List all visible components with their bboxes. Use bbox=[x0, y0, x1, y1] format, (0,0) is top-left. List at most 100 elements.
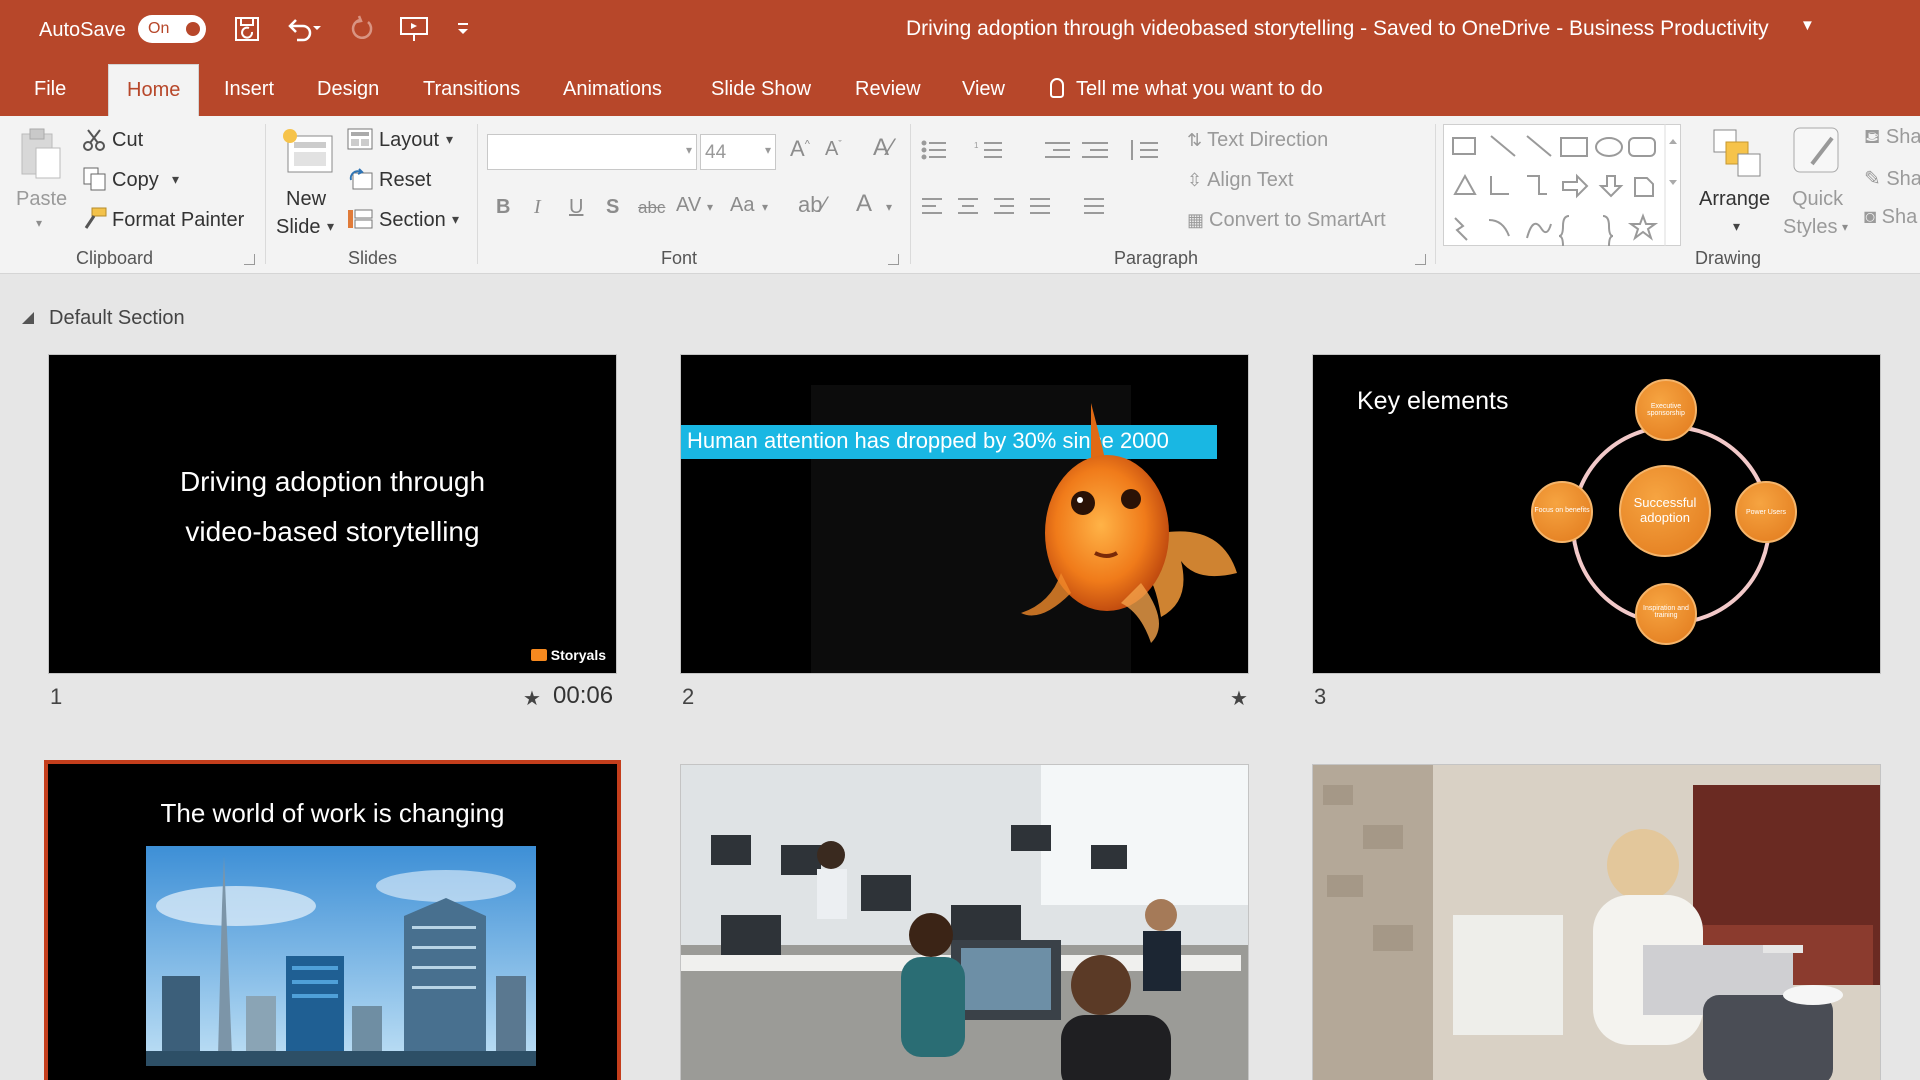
copy-icon bbox=[83, 167, 106, 191]
slide-thumbnail-2[interactable]: Human attention has dropped by 30% since… bbox=[680, 354, 1249, 674]
font-color-button[interactable]: A bbox=[856, 190, 872, 218]
font-launcher-icon[interactable] bbox=[888, 254, 899, 265]
shapes-gallery[interactable] bbox=[1443, 124, 1681, 246]
font-color-dropdown-icon[interactable]: ▾ bbox=[886, 200, 892, 214]
shape-fill-button[interactable]: ⛾ Sha bbox=[1864, 126, 1920, 151]
font-size-dropdown-icon[interactable]: ▾ bbox=[765, 143, 771, 157]
tab-insert[interactable]: Insert bbox=[224, 78, 274, 101]
font-name-box[interactable]: ▾ bbox=[487, 134, 697, 170]
animation-star-icon[interactable]: ★ bbox=[1230, 686, 1248, 711]
clear-formatting-icon[interactable]: A⁄ bbox=[873, 134, 893, 162]
convert-to-smartart-button[interactable]: ▦ Convert to SmartArt bbox=[1187, 209, 1386, 232]
tab-animations[interactable]: Animations bbox=[563, 78, 662, 101]
shape-outline-button[interactable]: ✎ Sha bbox=[1864, 166, 1920, 191]
new-slide-label-2[interactable]: Slide bbox=[276, 216, 320, 239]
reset-button[interactable]: Reset bbox=[379, 169, 431, 192]
present-from-start-icon[interactable] bbox=[398, 14, 430, 44]
cafe-laptop-photo bbox=[1313, 765, 1880, 1080]
chevron-down-icon[interactable]: ▼ bbox=[1800, 17, 1815, 34]
document-title[interactable]: Driving adoption through videobased stor… bbox=[906, 17, 1769, 41]
layout-button[interactable]: Layout bbox=[379, 129, 439, 152]
slide-number-1: 1 bbox=[50, 684, 63, 709]
format-painter-button[interactable]: Format Painter bbox=[112, 209, 244, 232]
underline-button[interactable]: U bbox=[569, 196, 583, 219]
paste-dropdown-icon[interactable]: ▾ bbox=[36, 216, 42, 230]
goldfish-image bbox=[1021, 403, 1237, 643]
collapse-section-icon[interactable] bbox=[22, 312, 34, 324]
new-slide-icon[interactable] bbox=[280, 126, 336, 180]
tab-home[interactable]: Home bbox=[108, 64, 200, 116]
font-name-dropdown-icon[interactable]: ▾ bbox=[686, 143, 692, 157]
tab-view[interactable]: View bbox=[962, 78, 1005, 101]
format-painter-icon bbox=[84, 207, 107, 229]
slide-thumbnail-1[interactable]: Driving adoption through video-based sto… bbox=[48, 354, 617, 674]
animation-star-icon[interactable]: ★ bbox=[523, 686, 541, 711]
font-size-box[interactable]: 44 ▾ bbox=[700, 134, 776, 170]
quick-styles-icon[interactable] bbox=[1790, 124, 1846, 180]
section-icon bbox=[348, 209, 373, 229]
brand-text: Storyals bbox=[550, 647, 606, 663]
copy-dropdown-icon[interactable]: ▾ bbox=[172, 171, 179, 188]
spacing-dropdown-icon[interactable]: ▾ bbox=[707, 200, 713, 214]
section-name[interactable]: Default Section bbox=[49, 307, 185, 330]
paste-button[interactable]: Paste bbox=[16, 188, 67, 211]
customize-qat-icon[interactable] bbox=[456, 14, 470, 44]
slide-thumbnail-4[interactable]: The world of work is changing bbox=[44, 760, 621, 1080]
align-text-label: Align Text bbox=[1207, 169, 1294, 191]
copy-button[interactable]: Copy bbox=[112, 169, 159, 192]
slides-group-label: Slides bbox=[348, 248, 398, 268]
title-bar: AutoSave On Driving adoption through vid… bbox=[0, 0, 1920, 58]
slide-thumbnail-6[interactable] bbox=[1312, 764, 1881, 1080]
group-separator bbox=[477, 124, 478, 264]
new-slide-label-1[interactable]: New bbox=[286, 188, 326, 211]
shadow-button[interactable]: S bbox=[606, 196, 619, 219]
arrange-icon[interactable] bbox=[1710, 124, 1764, 178]
grow-font-icon[interactable]: A^ bbox=[790, 136, 810, 162]
italic-button[interactable]: I bbox=[534, 196, 541, 219]
layout-dropdown-icon[interactable]: ▾ bbox=[446, 131, 453, 148]
tab-file[interactable]: File bbox=[34, 78, 66, 101]
shrink-font-icon[interactable]: Aˇ bbox=[825, 138, 842, 161]
case-dropdown-icon[interactable]: ▾ bbox=[762, 200, 768, 214]
paragraph-launcher-icon[interactable] bbox=[1415, 254, 1426, 265]
slide-thumbnail-5[interactable] bbox=[680, 764, 1249, 1080]
alignment-icons[interactable] bbox=[920, 194, 1130, 218]
tab-design[interactable]: Design bbox=[317, 78, 379, 101]
quick-styles-label-1[interactable]: Quick bbox=[1792, 188, 1843, 211]
slide-thumbnail-3[interactable]: Key elements Successful adoption Executi… bbox=[1312, 354, 1881, 674]
shape-effects-label: Sha bbox=[1881, 206, 1918, 228]
slide-number-3: 3 bbox=[1314, 684, 1327, 709]
text-direction-button[interactable]: ⇅ Text Direction bbox=[1187, 129, 1328, 152]
new-slide-dropdown-icon[interactable]: ▾ bbox=[327, 218, 334, 235]
autosave-toggle[interactable]: On bbox=[138, 15, 206, 43]
cut-button[interactable]: Cut bbox=[112, 129, 143, 152]
undo-icon[interactable] bbox=[283, 14, 327, 44]
arrange-dropdown-icon[interactable]: ▾ bbox=[1733, 218, 1740, 235]
character-spacing-button[interactable]: AV bbox=[676, 194, 701, 217]
cycle-center-node: Successful adoption bbox=[1619, 465, 1711, 557]
bold-button[interactable]: B bbox=[496, 196, 510, 219]
highlight-icon[interactable]: ab⁄ bbox=[798, 192, 826, 218]
paragraph-list-icons[interactable]: 1 bbox=[920, 138, 1192, 162]
text-direction-label: Text Direction bbox=[1207, 129, 1329, 151]
shape-effects-button[interactable]: ◙ Sha bbox=[1864, 206, 1917, 229]
tab-slide-show[interactable]: Slide Show bbox=[711, 78, 811, 101]
save-icon[interactable] bbox=[232, 14, 262, 44]
quick-styles-dropdown-icon[interactable]: ▾ bbox=[1842, 220, 1848, 234]
paste-icon[interactable] bbox=[18, 126, 64, 180]
clipboard-launcher-icon[interactable] bbox=[244, 254, 255, 265]
reset-icon bbox=[349, 168, 373, 190]
arrange-button[interactable]: Arrange bbox=[1699, 188, 1770, 211]
change-case-button[interactable]: Aa bbox=[730, 194, 754, 217]
tell-me-box[interactable]: Tell me what you want to do bbox=[1050, 78, 1323, 101]
group-separator bbox=[910, 124, 911, 264]
section-dropdown-icon[interactable]: ▾ bbox=[452, 211, 459, 228]
quick-styles-label-2[interactable]: Styles bbox=[1783, 216, 1837, 239]
section-button[interactable]: Section bbox=[379, 209, 446, 232]
align-text-button[interactable]: ⇳ Align Text bbox=[1187, 169, 1293, 192]
ribbon: Paste ▾ Cut Copy ▾ Format Painter Clipbo… bbox=[0, 116, 1920, 274]
redo-icon[interactable] bbox=[348, 14, 378, 44]
strikethrough-button[interactable]: abc bbox=[638, 198, 665, 218]
tab-transitions[interactable]: Transitions bbox=[423, 78, 520, 101]
tab-review[interactable]: Review bbox=[855, 78, 921, 101]
